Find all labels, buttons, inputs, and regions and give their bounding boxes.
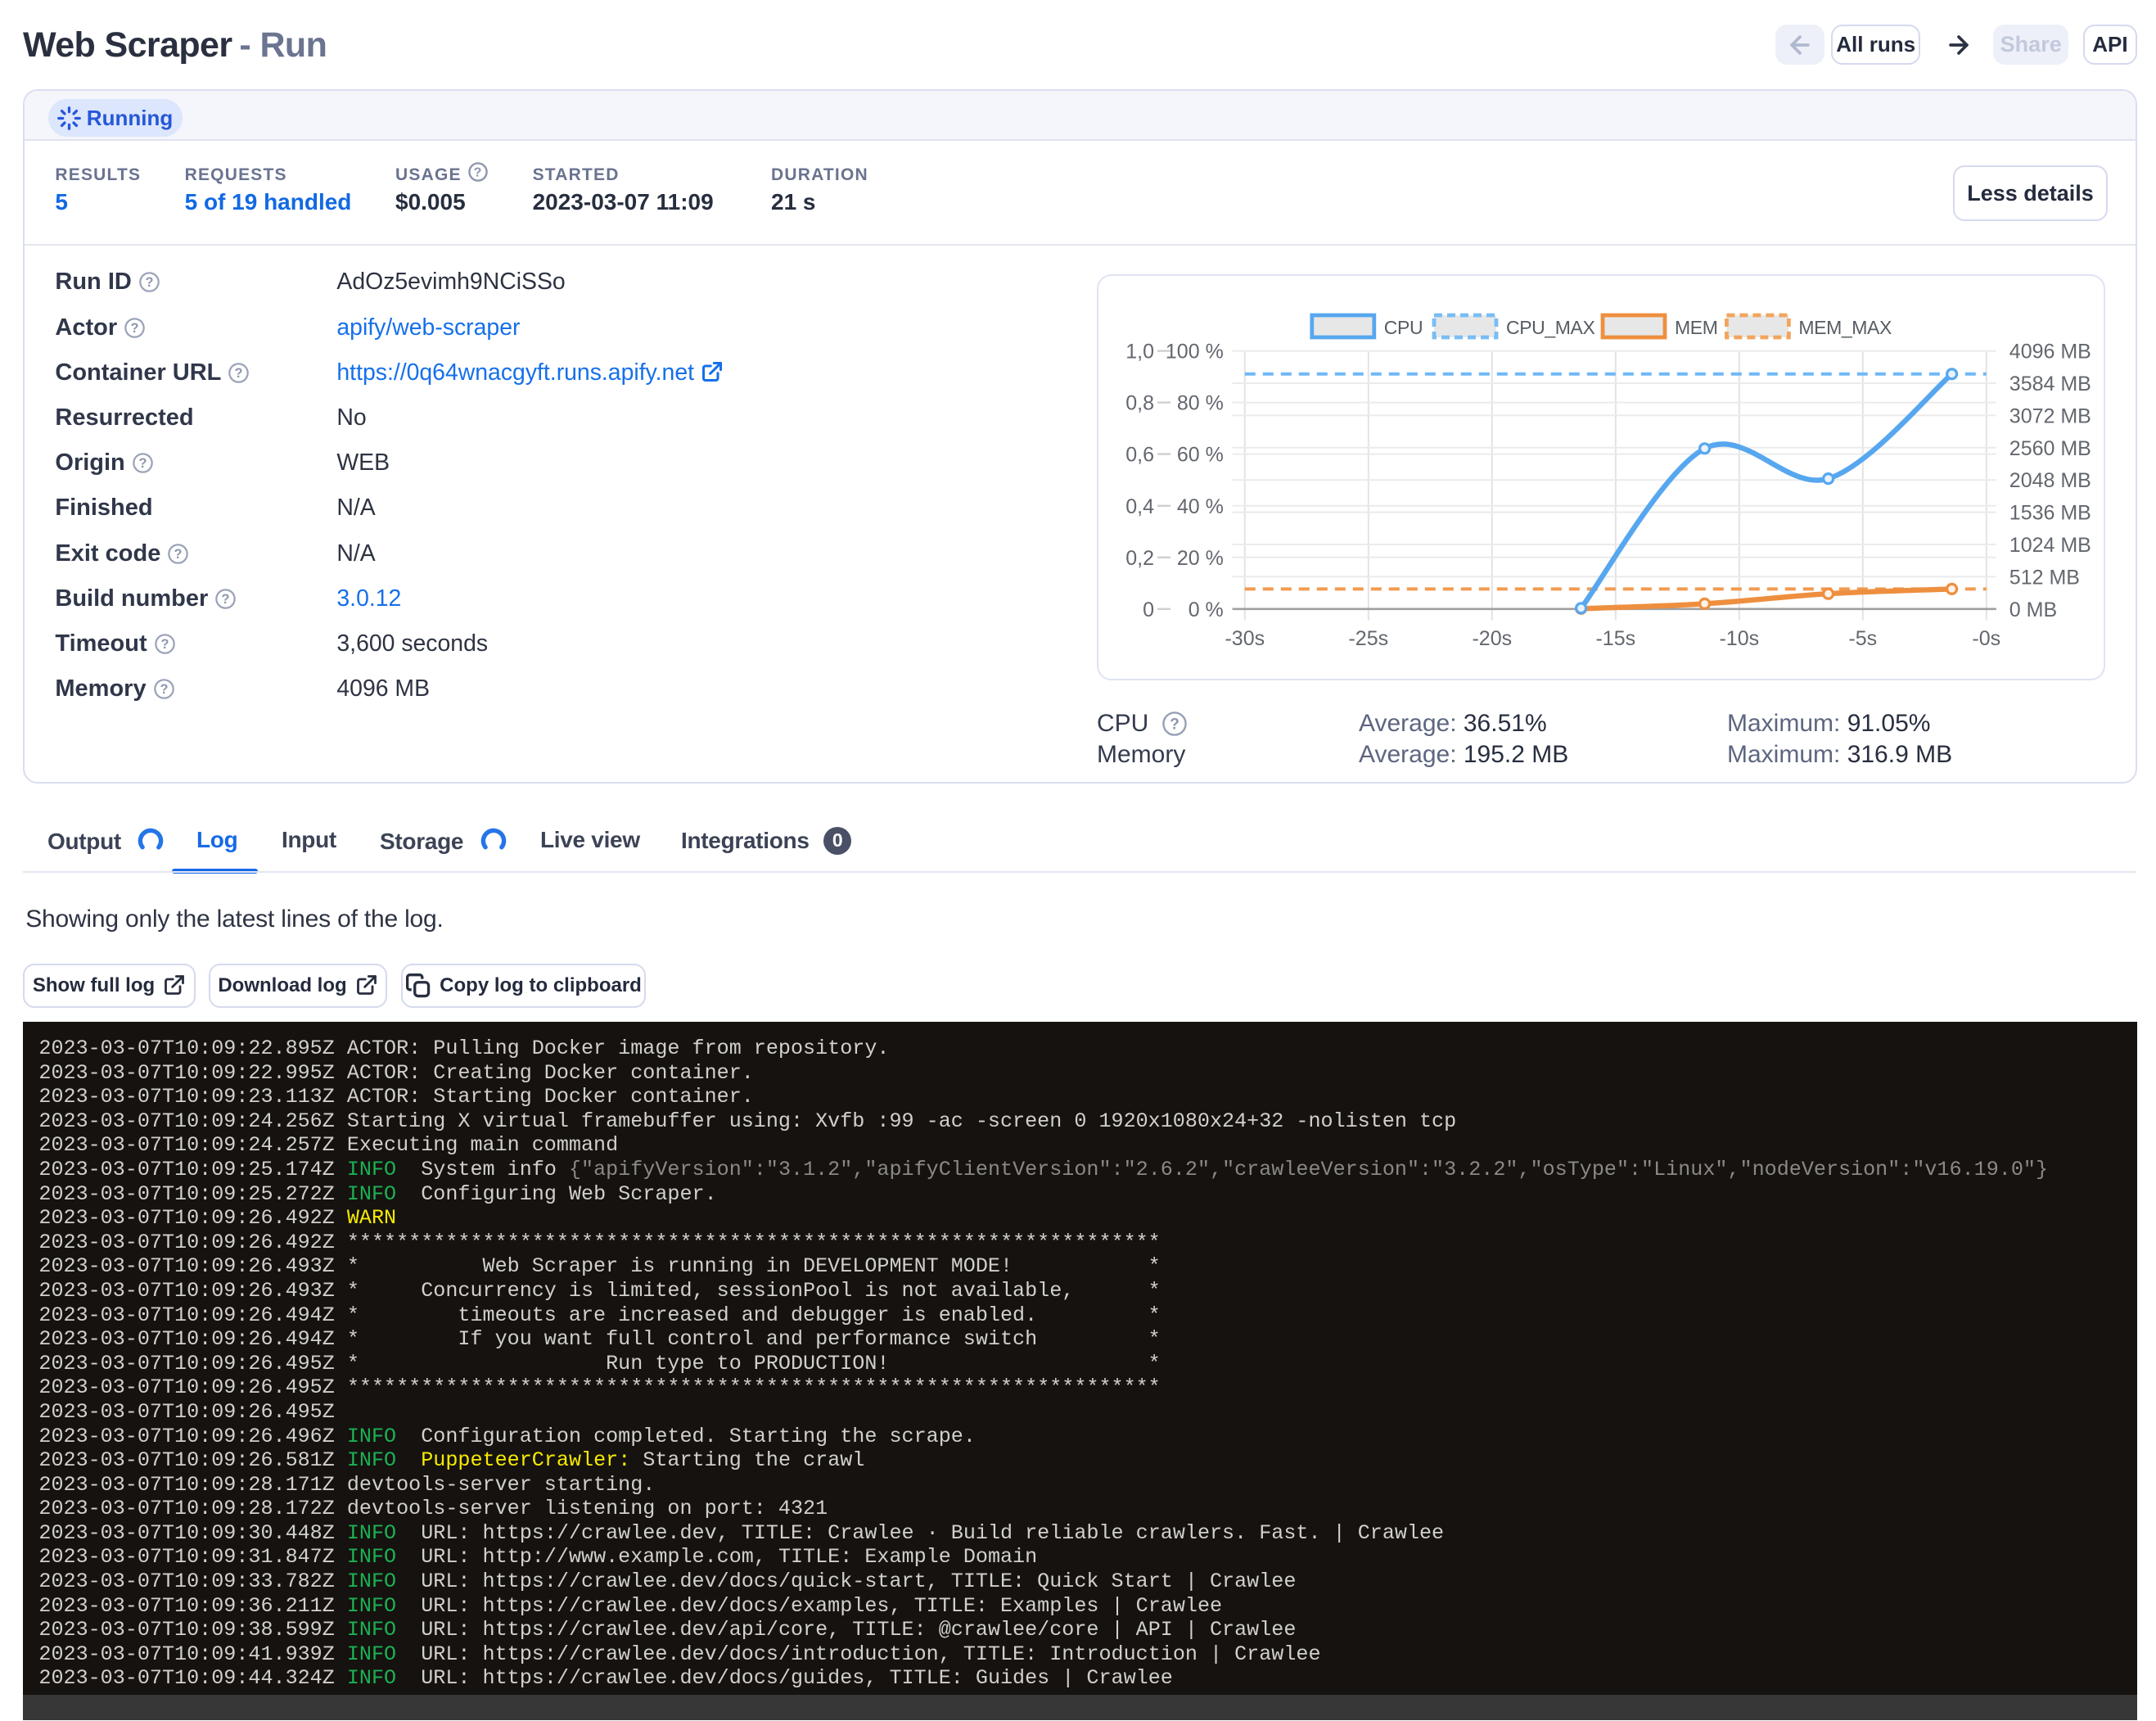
svg-text:1024 MB: 1024 MB: [2009, 534, 2091, 557]
svg-text:0,8: 0,8: [1125, 392, 1154, 415]
svg-text:?: ?: [235, 366, 243, 381]
svg-text:512 MB: 512 MB: [2009, 566, 2080, 589]
svg-text:?: ?: [160, 637, 169, 652]
svg-text:0 %: 0 %: [1189, 599, 1224, 621]
svg-text:?: ?: [222, 592, 230, 607]
svg-text:20 %: 20 %: [1177, 547, 1224, 570]
svg-text:-0s: -0s: [1972, 627, 2000, 650]
svg-text:MEM: MEM: [1675, 317, 1717, 338]
svg-text:-20s: -20s: [1472, 627, 1512, 650]
svg-text:3584 MB: 3584 MB: [2009, 373, 2091, 395]
svg-text:0 MB: 0 MB: [2009, 599, 2057, 621]
svg-text:?: ?: [131, 321, 139, 336]
svg-text:-5s: -5s: [1848, 627, 1877, 650]
svg-text:?: ?: [138, 456, 147, 471]
svg-text:4096 MB: 4096 MB: [2009, 341, 2091, 364]
svg-text:CPU_MAX: CPU_MAX: [1506, 317, 1594, 338]
svg-text:-10s: -10s: [1719, 627, 1759, 650]
svg-text:0,2: 0,2: [1125, 547, 1154, 570]
svg-text:60 %: 60 %: [1177, 444, 1224, 467]
svg-text:0,6: 0,6: [1125, 444, 1154, 467]
svg-text:1536 MB: 1536 MB: [2009, 502, 2091, 525]
svg-text:?: ?: [160, 682, 168, 697]
svg-text:1,0: 1,0: [1125, 341, 1154, 364]
svg-text:-25s: -25s: [1348, 627, 1388, 650]
svg-text:MEM_MAX: MEM_MAX: [1798, 317, 1892, 338]
svg-text:80 %: 80 %: [1177, 392, 1224, 415]
svg-text:3072 MB: 3072 MB: [2009, 404, 2091, 427]
svg-text:2048 MB: 2048 MB: [2009, 469, 2091, 492]
svg-text:2560 MB: 2560 MB: [2009, 437, 2091, 460]
svg-text:0: 0: [1143, 599, 1154, 621]
svg-text:?: ?: [145, 275, 153, 290]
svg-text:0,4: 0,4: [1125, 495, 1154, 518]
svg-text:-30s: -30s: [1225, 627, 1265, 650]
svg-text:40 %: 40 %: [1177, 495, 1224, 518]
svg-text:?: ?: [1170, 716, 1179, 733]
svg-text:?: ?: [174, 547, 183, 562]
svg-text:-15s: -15s: [1595, 627, 1635, 650]
svg-text:?: ?: [473, 165, 482, 179]
svg-text:CPU: CPU: [1384, 317, 1423, 338]
svg-text:100 %: 100 %: [1166, 341, 1224, 364]
